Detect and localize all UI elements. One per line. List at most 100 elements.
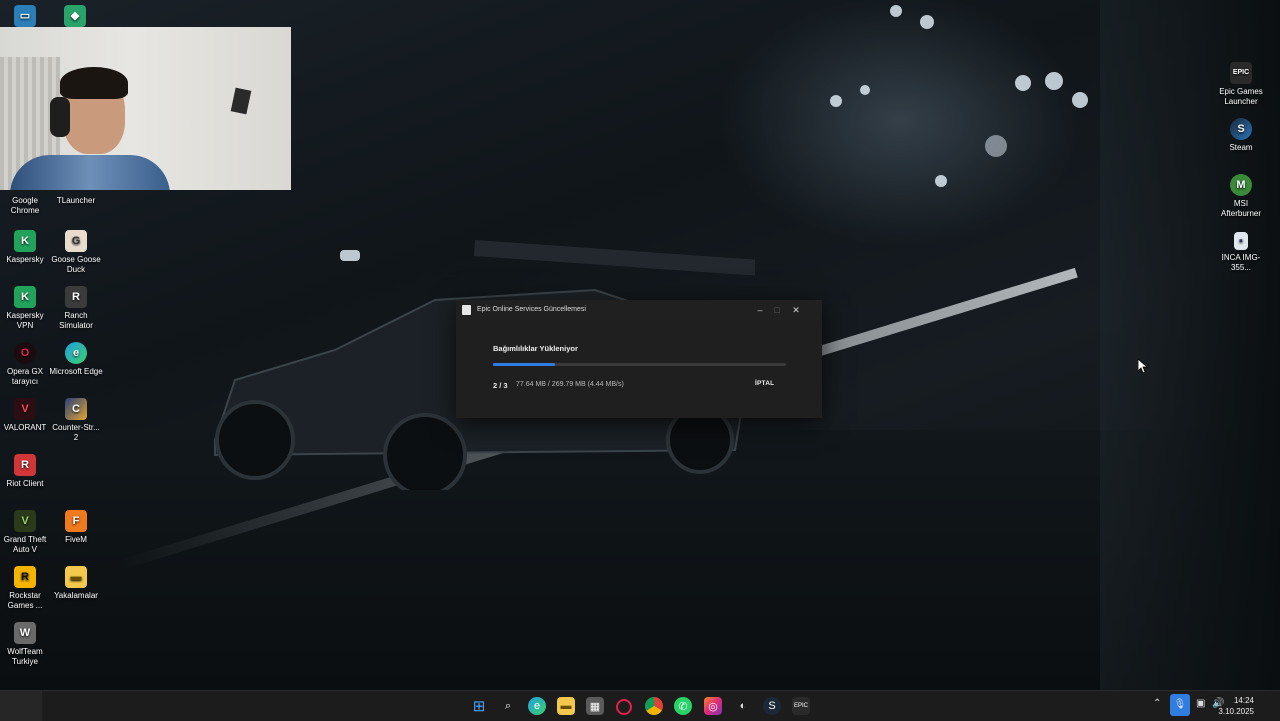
- steam-icon[interactable]: S: [763, 697, 781, 715]
- desktop-icon-wolfteam[interactable]: W WolfTeam Turkiye: [0, 622, 52, 667]
- desktop-icon-label: Google Chrome: [10, 196, 40, 215]
- wallpaper-light: [935, 175, 947, 187]
- desktop-icon-tlauncher[interactable]: TLauncher: [49, 196, 103, 206]
- dialog-heading: Bağımlılıklar Yükleniyor: [493, 344, 578, 353]
- desktop-icon-label: Epic Games Launcher: [1219, 87, 1263, 106]
- desktop-icon-google-chrome[interactable]: Google Chrome: [0, 196, 52, 216]
- desktop-icon-counter-strike-2[interactable]: C Counter-Str... 2: [49, 398, 103, 443]
- network-icon[interactable]: ▣: [1196, 698, 1205, 709]
- wolfteam-icon: W: [14, 622, 36, 644]
- desktop-icon-label: MSI Afterburner: [1220, 199, 1262, 218]
- minimize-button[interactable]: –: [752, 304, 768, 316]
- progress-bar: [493, 363, 786, 366]
- desktop-icon-valorant[interactable]: V VALORANT: [0, 398, 52, 433]
- desktop-icon-label: Kaspersky VPN: [6, 311, 44, 330]
- webcam-overlay: [0, 27, 291, 190]
- clock-time: 14:24: [1233, 696, 1254, 705]
- maximize-button[interactable]: □: [769, 304, 785, 316]
- progress-bar-fill: [493, 363, 555, 366]
- wallpaper-light: [1072, 92, 1088, 108]
- wallpaper-light: [860, 85, 870, 95]
- search-icon[interactable]: ⌕: [499, 697, 517, 715]
- desktop-icon-label: INCA IMG-355...: [1221, 253, 1261, 272]
- clipchamp-icon[interactable]: ◐: [734, 697, 752, 715]
- desktop-icon-label: WolfTeam Turkiye: [7, 647, 43, 666]
- gta-icon: V: [14, 510, 36, 532]
- epic-games-icon: EPIC: [1230, 62, 1252, 84]
- desktop-icon-riot-client[interactable]: R Riot Client: [0, 454, 52, 489]
- riot-icon: R: [14, 454, 36, 476]
- whatsapp-icon[interactable]: ✆: [674, 697, 692, 715]
- steam-icon: S: [1230, 118, 1252, 140]
- this-pc-icon: ▭: [14, 5, 36, 27]
- desktop-icon-steam[interactable]: S Steam: [1214, 118, 1268, 153]
- desktop-icon-kaspersky-vpn[interactable]: K Kaspersky VPN: [0, 286, 52, 331]
- opera-gx-icon: O: [14, 342, 36, 364]
- kaspersky-icon: ◆: [64, 5, 86, 27]
- desktop-icon-label: VALORANT: [3, 423, 47, 432]
- fivem-icon: F: [65, 510, 87, 532]
- store-icon[interactable]: ▦: [586, 697, 604, 715]
- taskbar: ⊞ ⌕ e ▬ ▦ ✆ ◎ ◐ S EPIC ⌃ 🎙 ▣ 🔊 14:24 3.1…: [0, 690, 1280, 721]
- step-counter: 2 / 3: [493, 381, 508, 390]
- wallpaper-light: [920, 15, 934, 29]
- desktop-icon-partial[interactable]: ▭: [0, 5, 52, 30]
- desktop-icon-label: Rockstar Games ...: [7, 591, 43, 610]
- desktop-icon-rockstar-games[interactable]: R Rockstar Games ...: [0, 566, 52, 611]
- dialog-titlebar[interactable]: Epic Online Services Güncellemesi – □ ✕: [456, 300, 822, 320]
- epic-games-icon: [462, 305, 471, 315]
- edge-icon[interactable]: e: [528, 697, 546, 715]
- desktop-icon-kaspersky[interactable]: K Kaspersky: [0, 230, 52, 265]
- dialog-title: Epic Online Services Güncellemesi: [477, 306, 586, 313]
- desktop-icon-label: Goose Goose Duck: [51, 255, 101, 274]
- desktop-icon-label: Kaspersky: [6, 255, 44, 264]
- wallpaper-light: [985, 135, 1007, 157]
- windows-start-icon[interactable]: ⊞: [470, 697, 488, 715]
- desktop-icon-epic-games-launcher[interactable]: EPIC Epic Games Launcher: [1214, 62, 1268, 107]
- desktop-icon-yakalamalar[interactable]: ▬ Yakalamalar: [49, 566, 103, 601]
- desktop-icon-label: Counter-Str... 2: [52, 423, 100, 442]
- desktop-icon-ranch-simulator[interactable]: R Ranch Simulator: [49, 286, 103, 331]
- folder-icon: ▬: [65, 566, 87, 588]
- image-file-icon: ▪: [1234, 232, 1248, 250]
- desktop-icon-label: Riot Client: [6, 479, 44, 488]
- clock-date: 3.10.2025: [1218, 707, 1254, 716]
- opera-gx-icon[interactable]: [616, 699, 632, 715]
- kaspersky-icon: K: [14, 230, 36, 252]
- ranch-icon: R: [65, 286, 87, 308]
- wallpaper-light: [1015, 75, 1031, 91]
- desktop-icon-label: Steam: [1229, 143, 1253, 152]
- desktop-icon-gta-v[interactable]: V Grand Theft Auto V: [0, 510, 52, 555]
- file-explorer-icon[interactable]: ▬: [557, 697, 575, 715]
- close-button[interactable]: ✕: [788, 304, 804, 316]
- download-stats: 77.64 MB / 269.79 MB (4.44 MB/s): [516, 381, 624, 388]
- instagram-icon[interactable]: ◎: [704, 697, 722, 715]
- valorant-icon: V: [14, 398, 36, 420]
- desktop-icon-partial[interactable]: ◆: [48, 5, 102, 30]
- desktop-icon-microsoft-edge[interactable]: e Microsoft Edge: [49, 342, 103, 377]
- wallpaper-light: [890, 5, 902, 17]
- desktop-icon-label: TLauncher: [56, 196, 96, 205]
- edge-icon: e: [65, 342, 87, 364]
- desktop-icon-goose-goose-duck[interactable]: G Goose Goose Duck: [49, 230, 103, 275]
- desktop-icon-inca-image[interactable]: ▪ INCA IMG-355...: [1214, 232, 1268, 273]
- epic-games-icon[interactable]: EPIC: [792, 697, 810, 715]
- taskbar-widgets-area[interactable]: [0, 691, 42, 721]
- system-clock[interactable]: 14:24 3.10.2025: [1218, 695, 1254, 717]
- goose-icon: G: [65, 230, 87, 252]
- desktop-icon-label: Grand Theft Auto V: [3, 535, 47, 554]
- desktop-icon-opera-gx[interactable]: O Opera GX tarayıcı: [0, 342, 52, 387]
- desktop-icon-msi-afterburner[interactable]: M MSI Afterburner: [1214, 174, 1268, 219]
- desktop-icon-label: Yakalamalar: [54, 591, 98, 600]
- mouse-cursor-icon: [1138, 359, 1148, 374]
- desktop-icon-label: Ranch Simulator: [59, 311, 93, 330]
- epic-update-dialog: Epic Online Services Güncellemesi – □ ✕ …: [456, 300, 822, 418]
- desktop-icon-label: Microsoft Edge: [49, 367, 103, 376]
- desktop-icon-fivem[interactable]: F FiveM: [49, 510, 103, 545]
- rockstar-icon: R: [14, 566, 36, 588]
- chrome-icon[interactable]: [645, 697, 663, 715]
- wallpaper-light: [1045, 72, 1063, 90]
- chevron-up-icon[interactable]: ⌃: [1153, 698, 1161, 709]
- cancel-button[interactable]: İPTAL: [755, 380, 774, 387]
- microphone-icon[interactable]: 🎙: [1170, 694, 1190, 716]
